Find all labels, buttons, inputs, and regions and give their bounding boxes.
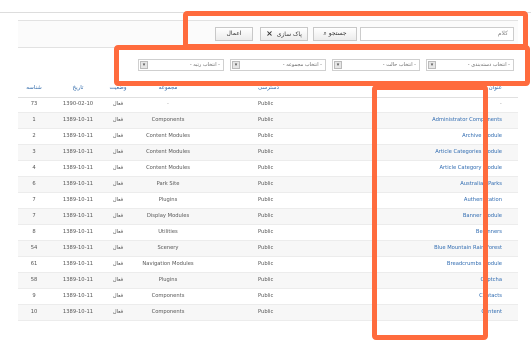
row-access: Public (258, 133, 274, 139)
row-date: 1389-10-11 (62, 229, 94, 235)
row-id: 7 (32, 197, 36, 203)
row-status[interactable]: فعال (108, 193, 128, 208)
row-status[interactable]: فعال (108, 177, 128, 192)
row-date: 1389-10-11 (62, 197, 94, 203)
row-section: Content Modules (146, 133, 190, 139)
row-id: 6 (32, 181, 36, 187)
row-status[interactable]: فعال (108, 97, 128, 112)
row-access: Public (258, 149, 274, 155)
row-status[interactable]: فعال (108, 289, 128, 304)
row-id: 3 (32, 149, 36, 155)
row-id: 9 (32, 293, 36, 299)
row-status[interactable]: فعال (108, 209, 128, 224)
row-section: Scenery (157, 245, 179, 251)
row-id: 54 (30, 245, 38, 251)
row-date: 1389-10-11 (62, 117, 94, 123)
row-id: 4 (32, 165, 36, 171)
header-id[interactable]: شناسه (24, 80, 44, 97)
toolbar-highlight-box (183, 11, 528, 49)
row-date: 1389-10-11 (62, 213, 94, 219)
row-id: 73 (30, 101, 38, 107)
row-id: 2 (32, 133, 36, 139)
row-section: Plugins (158, 277, 178, 283)
row-section: Utilities (158, 229, 178, 235)
row-access: Public (258, 117, 274, 123)
row-date: 1389-10-11 (62, 149, 94, 155)
article-manager-page: کلام ⌕ جستجو × پاک سازی اعمال ▾ - انتخاب… (0, 0, 531, 343)
row-status[interactable]: فعال (108, 161, 128, 176)
row-section: Content Modules (146, 149, 190, 155)
row-id: 61 (30, 261, 38, 267)
filters-highlight-box (114, 45, 530, 86)
row-id: 8 (32, 229, 36, 235)
row-status[interactable]: فعال (108, 113, 128, 128)
row-access: Public (258, 245, 274, 251)
row-date: 1389-10-11 (62, 181, 94, 187)
row-section: Components (151, 293, 185, 299)
row-date: 1389-10-11 (62, 165, 94, 171)
row-section: - (166, 101, 170, 107)
row-status[interactable]: فعال (108, 225, 128, 240)
row-date: 1389-10-11 (62, 293, 94, 299)
row-section: Park Site (156, 181, 180, 187)
row-access: Public (258, 309, 274, 315)
row-section: Display Modules (146, 213, 190, 219)
row-date: 1389-10-11 (62, 261, 94, 267)
row-date: 1389-10-11 (62, 133, 94, 139)
row-section: Plugins (158, 197, 178, 203)
row-status[interactable]: فعال (108, 241, 128, 256)
row-id: 58 (30, 277, 38, 283)
row-date: 1389-10-11 (62, 245, 94, 251)
title-column-highlight-box (372, 85, 488, 340)
row-date: 1389-10-11 (62, 309, 94, 315)
row-access: Public (258, 261, 274, 267)
row-status[interactable]: فعال (108, 305, 128, 320)
row-date: 1389-10-11 (62, 277, 94, 283)
row-id: 10 (30, 309, 38, 315)
row-access: Public (258, 181, 274, 187)
row-section: Components (151, 117, 185, 123)
row-access: Public (258, 213, 274, 219)
row-access: Public (258, 165, 274, 171)
header-date[interactable]: تاریخ (54, 80, 102, 97)
row-access: Public (258, 293, 274, 299)
row-status[interactable]: فعال (108, 273, 128, 288)
row-access: Public (258, 197, 274, 203)
row-id: 7 (32, 213, 36, 219)
row-access: Public (258, 277, 274, 283)
row-access: Public (258, 101, 274, 107)
row-section: Content Modules (146, 165, 190, 171)
row-status[interactable]: فعال (108, 129, 128, 144)
row-section: Navigation Modules (142, 261, 194, 267)
row-access: Public (258, 229, 274, 235)
row-status[interactable]: فعال (108, 257, 128, 272)
row-id: 1 (32, 117, 36, 123)
row-status[interactable]: فعال (108, 145, 128, 160)
row-section: Components (151, 309, 185, 315)
row-date: 1390-02-10 (62, 101, 94, 107)
